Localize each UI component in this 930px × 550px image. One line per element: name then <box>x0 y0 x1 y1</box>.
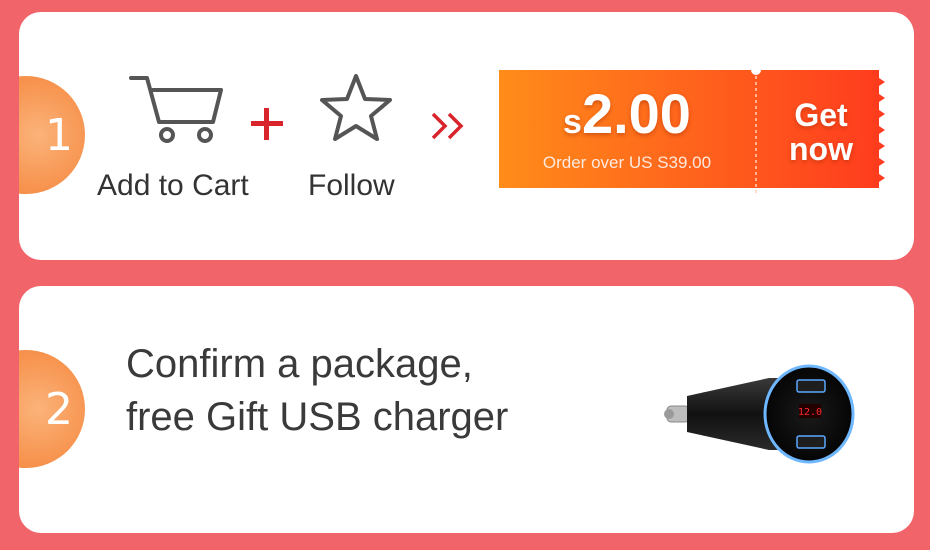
coupon-value: 2.00 <box>581 82 691 145</box>
coupon-currency: s <box>563 103 582 141</box>
coupon-amount: s2.00 <box>497 84 757 152</box>
cta-line-1: Get <box>794 97 848 133</box>
plus-icon <box>251 108 283 140</box>
step-badge-1: 1 <box>19 76 85 194</box>
double-chevron-icon <box>431 112 464 140</box>
gift-text-line-1: Confirm a package, <box>126 342 473 386</box>
cta-line-2: now <box>789 131 853 167</box>
step-badge-2: 2 <box>19 350 85 468</box>
gift-card: 2 Confirm a package, free Gift USB charg… <box>19 286 914 533</box>
coupon-ticket[interactable]: s2.00 Order over US S39.00 Get now <box>497 70 887 200</box>
add-to-cart-label: Add to Cart <box>97 169 249 202</box>
cart-icon[interactable] <box>129 72 225 144</box>
coupon-steps-card: 1 Add to Cart Follow s2.00 Order over US… <box>19 12 914 260</box>
svg-text:12.0: 12.0 <box>798 407 822 418</box>
gift-text-line-2: free Gift USB charger <box>126 395 509 439</box>
usb-car-charger-image: 12.0 <box>664 364 855 464</box>
star-icon[interactable] <box>320 72 392 142</box>
coupon-condition: Order over US S39.00 <box>542 153 712 172</box>
follow-label: Follow <box>308 169 395 202</box>
get-now-button[interactable]: Get now <box>759 98 883 166</box>
gift-description: Confirm a package, free Gift USB charger <box>126 338 508 444</box>
